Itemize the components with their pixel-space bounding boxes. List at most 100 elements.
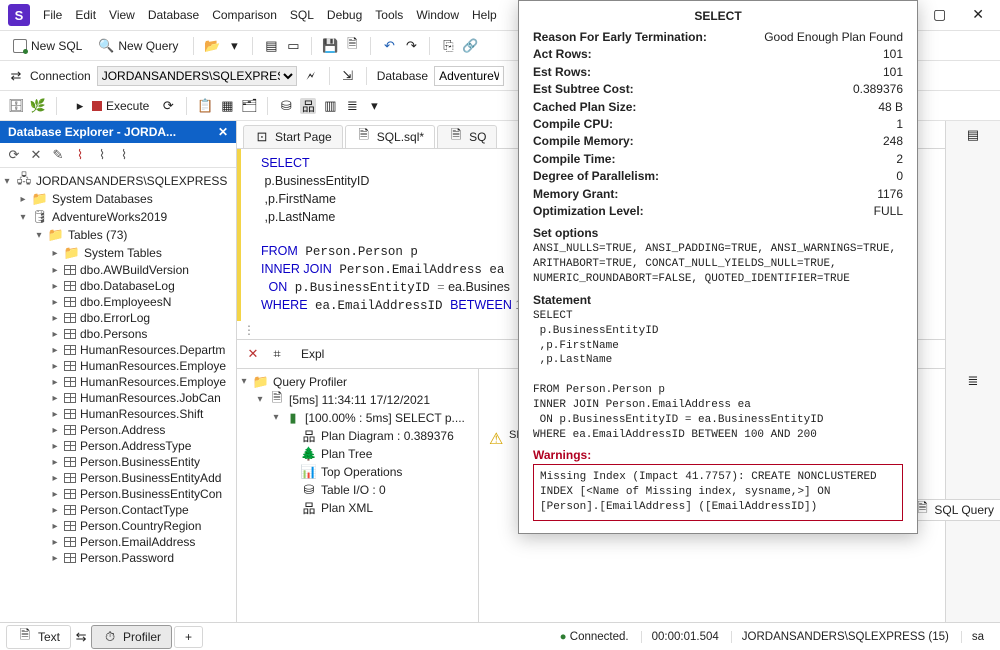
- menu-help[interactable]: Help: [472, 8, 497, 22]
- rail-icon-1[interactable]: ▤: [965, 127, 981, 143]
- refresh-connection-icon[interactable]: 🗲: [303, 68, 319, 84]
- profiler-top-ops[interactable]: 📊Top Operations: [239, 463, 476, 481]
- database-select[interactable]: [434, 66, 504, 86]
- tree-table-leaf[interactable]: ▸HumanResources.Employe: [2, 374, 236, 390]
- explorer-close-icon[interactable]: ✕: [218, 125, 228, 139]
- menu-database[interactable]: Database: [148, 8, 199, 22]
- explorer-style-3-icon[interactable]: ⌇: [116, 147, 132, 163]
- menu-tools[interactable]: Tools: [375, 8, 403, 22]
- table-icon: [64, 553, 76, 563]
- copy-icon[interactable]: ⎘: [440, 38, 456, 54]
- explorer-refresh-icon[interactable]: ⟳: [6, 147, 22, 163]
- tree-tables[interactable]: ▾📁 Tables (73): [2, 226, 236, 244]
- tree-table-leaf[interactable]: ▸Person.EmailAddress: [2, 534, 236, 550]
- stacks-icon[interactable]: ▤: [263, 38, 279, 54]
- tree-icon[interactable]: 品: [300, 98, 316, 114]
- new-query-button[interactable]: 🔍 New Query: [93, 36, 183, 56]
- sql-query-tab[interactable]: 🗎 SQL Query: [907, 499, 1000, 521]
- explorer-delete-icon[interactable]: ✕: [28, 147, 44, 163]
- setopt-text: ANSI_NULLS=TRUE, ANSI_PADDING=TRUE, ANSI…: [533, 242, 903, 287]
- profiler-tree[interactable]: ▾📁Query Profiler ▾🗎[5ms] 11:34:11 17/12/…: [237, 369, 479, 622]
- profiler-table-io[interactable]: ⛁Table I/O : 0: [239, 481, 476, 499]
- profiler-delete-icon[interactable]: ✕: [245, 346, 261, 362]
- bottom-profiler-tab[interactable]: ⏱ Profiler: [91, 625, 172, 649]
- tree-table-leaf[interactable]: ▸HumanResources.Departm: [2, 342, 236, 358]
- execute-button[interactable]: ▸ Execute: [67, 96, 154, 116]
- menu-file[interactable]: File: [43, 8, 62, 22]
- more-tools-icon[interactable]: ▾: [366, 98, 382, 114]
- tree-table-leaf[interactable]: ▸HumanResources.JobCan: [2, 390, 236, 406]
- menu-sql[interactable]: SQL: [290, 8, 314, 22]
- explorer-style-2-icon[interactable]: ⌇: [94, 147, 110, 163]
- grid-icon[interactable]: ▦: [219, 98, 235, 114]
- menu-window[interactable]: Window: [416, 8, 459, 22]
- bottom-text-tab[interactable]: 🗎 Text: [6, 625, 71, 649]
- tree-table-leaf[interactable]: ▸Person.Address: [2, 422, 236, 438]
- toggle-icon[interactable]: ▥: [322, 98, 338, 114]
- refresh-icon[interactable]: ⟳: [160, 98, 176, 114]
- table-icon: [64, 473, 76, 483]
- tree-table-leaf[interactable]: ▸HumanResources.Employe: [2, 358, 236, 374]
- menu-debug[interactable]: Debug: [327, 8, 362, 22]
- stmt-icon: ▮: [285, 410, 301, 426]
- db-tree-icon[interactable]: 🌿: [30, 98, 46, 114]
- tree-table-leaf[interactable]: ▸Person.AddressType: [2, 438, 236, 454]
- schema-icon[interactable]: ⛁: [278, 98, 294, 114]
- tree-table-leaf[interactable]: ▸Person.ContactType: [2, 502, 236, 518]
- explorer-edit-icon[interactable]: ✎: [50, 147, 66, 163]
- connection-select[interactable]: JORDANSANDERS\SQLEXPRESS: [97, 66, 297, 86]
- profiler-session[interactable]: ▾🗎[5ms] 11:34:11 17/12/2021: [239, 391, 476, 409]
- card-icon[interactable]: ▭: [285, 38, 301, 54]
- profiler-plan-tree[interactable]: 🌲Plan Tree: [239, 445, 476, 463]
- bottom-add-tab[interactable]: +: [174, 626, 203, 648]
- tab-sql[interactable]: 🗎 SQL.sql*: [345, 125, 435, 148]
- redo-button[interactable]: ↷: [403, 38, 419, 54]
- db-list-icon[interactable]: 🗄: [8, 98, 24, 114]
- tab-sq[interactable]: 🗎 SQ: [437, 125, 497, 148]
- tree-table-leaf[interactable]: ▸Person.Password: [2, 550, 236, 566]
- new-sql-button[interactable]: New SQL: [8, 37, 87, 55]
- tree-table-leaf[interactable]: ▸dbo.Persons: [2, 326, 236, 342]
- tab-start-page[interactable]: ⊡ Start Page: [243, 125, 343, 148]
- object-icon[interactable]: 🗂: [241, 98, 257, 114]
- tree-server[interactable]: ▾🖧 JORDANSANDERS\SQLEXPRESS: [2, 172, 236, 190]
- table-icon: [64, 505, 76, 515]
- profiler-plan-diagram[interactable]: 品Plan Diagram : 0.389376: [239, 427, 476, 445]
- tree-table-leaf[interactable]: ▸Person.BusinessEntityCon: [2, 486, 236, 502]
- tree-table-leaf[interactable]: ▸Person.BusinessEntity: [2, 454, 236, 470]
- window-close[interactable]: ✕: [972, 6, 984, 23]
- tree-db[interactable]: ▾🛢 AdventureWorks2019: [2, 208, 236, 226]
- window-maximize[interactable]: ▢: [933, 6, 946, 23]
- undo-button[interactable]: ↶: [381, 38, 397, 54]
- tree-table-leaf[interactable]: ▸dbo.DatabaseLog: [2, 278, 236, 294]
- paste-icon[interactable]: 📋: [197, 98, 213, 114]
- tree-table-leaf[interactable]: ▸Person.BusinessEntityAdd: [2, 470, 236, 486]
- menu-edit[interactable]: Edit: [75, 8, 96, 22]
- menu-comparison[interactable]: Comparison: [212, 8, 277, 22]
- list-icon[interactable]: ≣: [344, 98, 360, 114]
- dropdown-1[interactable]: ▾: [226, 38, 242, 54]
- link-icon[interactable]: 🔗: [462, 38, 478, 54]
- tree-table-leaf[interactable]: ▸dbo.AWBuildVersion: [2, 262, 236, 278]
- tree-table-leaf[interactable]: ▸dbo.ErrorLog: [2, 310, 236, 326]
- save-all-button[interactable]: 🗎: [344, 38, 360, 54]
- open-button[interactable]: 📂: [204, 38, 220, 54]
- profiler-stmt[interactable]: ▾▮[100.00% : 5ms] SELECT p....: [239, 409, 476, 427]
- bottom-sep-icon[interactable]: ⇆: [73, 629, 89, 645]
- tree-table-leaf[interactable]: ▸HumanResources.Shift: [2, 406, 236, 422]
- profiler-plan-xml[interactable]: 品Plan XML: [239, 499, 476, 517]
- tree-table-leaf[interactable]: ▸dbo.EmployeesN: [2, 294, 236, 310]
- tree-system-tables[interactable]: ▸📁 System Tables: [2, 244, 236, 262]
- tree-system-databases[interactable]: ▸📁 System Databases: [2, 190, 236, 208]
- rail-icon-2[interactable]: ≣: [965, 373, 981, 389]
- profiler-filter-icon[interactable]: ⌗: [269, 346, 285, 362]
- explorer-style-1-icon[interactable]: ⌇: [72, 147, 88, 163]
- menu-view[interactable]: View: [109, 8, 135, 22]
- attach-icon[interactable]: ⇲: [340, 68, 356, 84]
- tree-table-leaf[interactable]: ▸Person.CountryRegion: [2, 518, 236, 534]
- connect-icon[interactable]: ⇄: [8, 68, 24, 84]
- explorer-tree[interactable]: ▾🖧 JORDANSANDERS\SQLEXPRESS ▸📁 System Da…: [0, 168, 236, 622]
- save-button[interactable]: 💾: [322, 38, 338, 54]
- table-icon: [64, 329, 76, 339]
- table-icon: [64, 265, 76, 275]
